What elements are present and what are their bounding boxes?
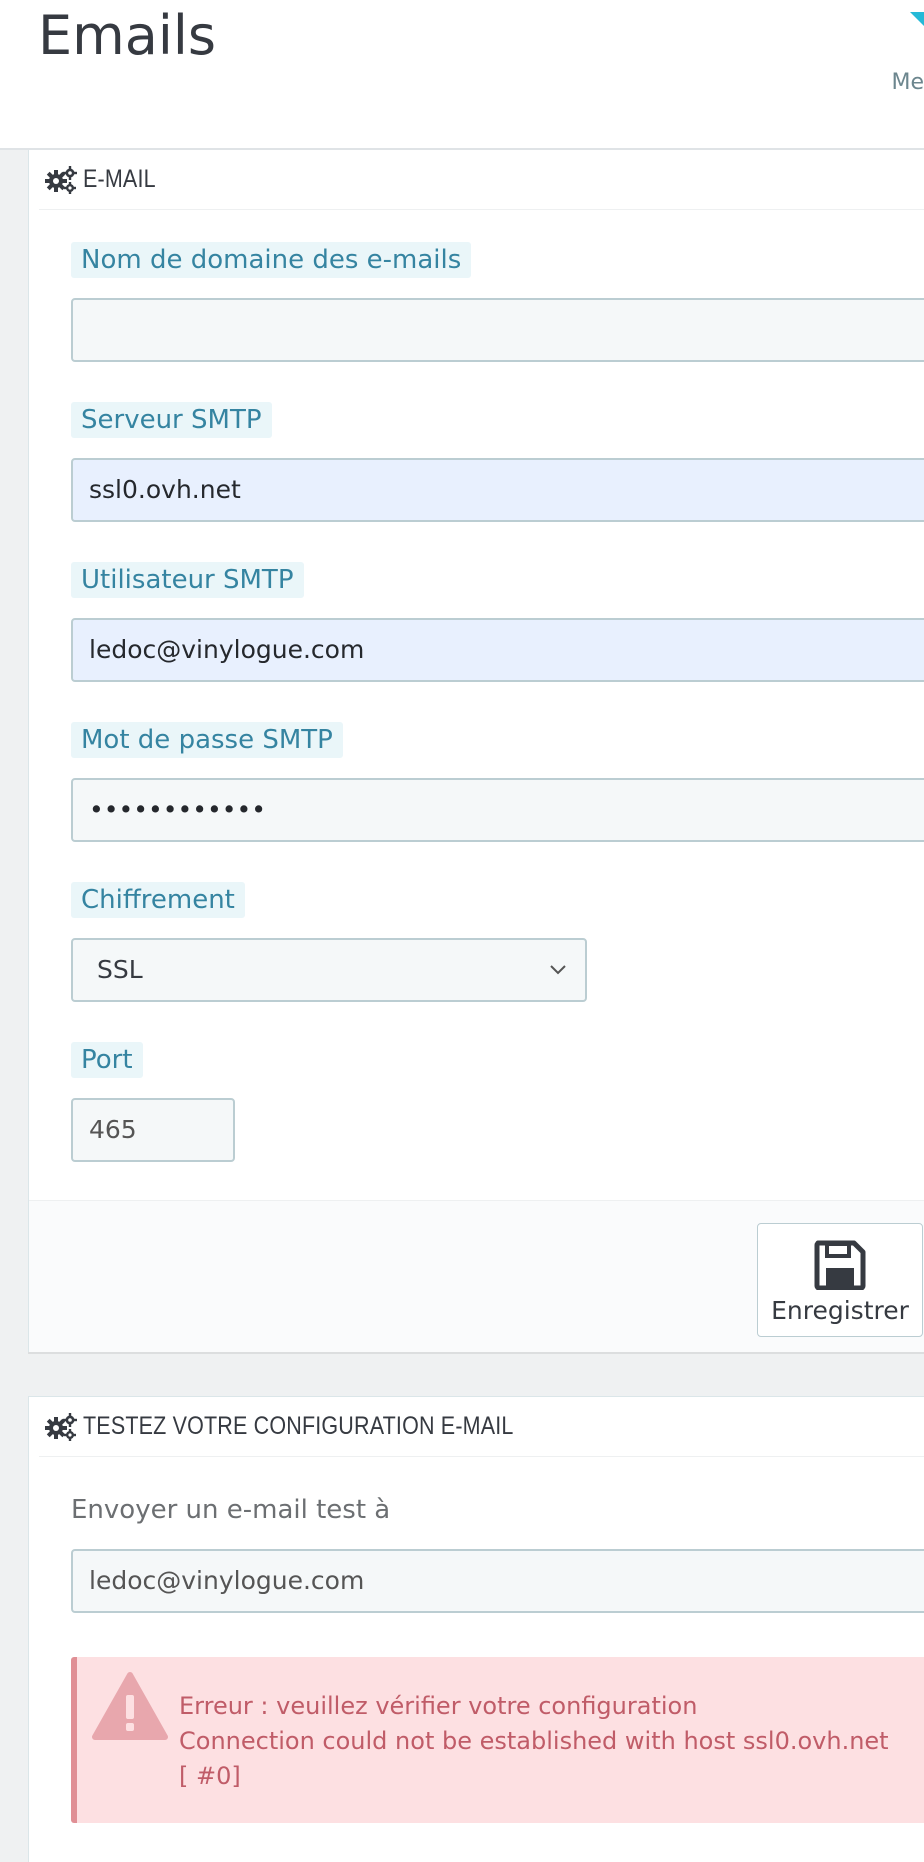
header-toolbar-link-label: Me (891, 70, 924, 95)
encryption-select[interactable]: SSL (71, 938, 587, 1002)
smtp-password-label: Mot de passe SMTP (71, 722, 343, 758)
domain-input[interactable] (71, 298, 924, 362)
smtp-user-input[interactable]: ledoc@vinylogue.com (71, 618, 924, 682)
smtp-server-label: Serveur SMTP (71, 402, 272, 438)
floppy-disk-icon (814, 1240, 866, 1290)
panel-title: E-MAIL (83, 165, 156, 193)
port-label: Port (71, 1042, 143, 1078)
cogs-icon (45, 165, 77, 194)
page-header: Emails Me (0, 0, 924, 150)
encryption-label: Chiffrement (71, 882, 245, 918)
cogs-icon (45, 1412, 77, 1441)
panel-title: TESTEZ VOTRE CONFIGURATION E-MAIL (83, 1412, 514, 1440)
header-toolbar-icon[interactable] (910, 12, 924, 26)
save-button[interactable]: Enregistrer (757, 1223, 923, 1337)
page-title: Emails (38, 4, 216, 67)
error-alert: Erreur : veuillez vérifier votre configu… (71, 1657, 924, 1823)
smtp-user-label: Utilisateur SMTP (71, 562, 304, 598)
error-message: Erreur : veuillez vérifier votre configu… (179, 1689, 899, 1794)
error-line-1: Erreur : veuillez vérifier votre configu… (179, 1692, 698, 1720)
smtp-server-input[interactable]: ssl0.ovh.net (71, 458, 924, 522)
warning-triangle-icon (92, 1672, 168, 1740)
email-settings-panel: E-MAIL Nom de domaine des e-mails Serveu… (28, 150, 924, 1352)
error-line-2: Connection could not be established with… (179, 1727, 889, 1755)
error-line-3: [ #0] (179, 1762, 241, 1790)
smtp-password-input[interactable]: •••••••••••• (71, 778, 924, 842)
encryption-select-value: SSL (97, 955, 143, 984)
save-button-label: Enregistrer (771, 1296, 909, 1325)
email-test-panel: TESTEZ VOTRE CONFIGURATION E-MAIL Envoye… (28, 1396, 924, 1862)
send-test-input[interactable]: ledoc@vinylogue.com (71, 1549, 924, 1613)
chevron-down-icon (550, 965, 566, 975)
send-test-label: Envoyer un e-mail test à (71, 1495, 391, 1525)
panel-heading: E-MAIL (39, 150, 924, 210)
panel-heading: TESTEZ VOTRE CONFIGURATION E-MAIL (39, 1397, 924, 1457)
domain-label: Nom de domaine des e-mails (71, 242, 472, 278)
panel-footer: Enregistrer (29, 1200, 924, 1352)
port-input[interactable]: 465 (71, 1098, 235, 1162)
left-sidebar-edge (0, 150, 28, 1862)
header-toolbar-link[interactable]: Me (891, 70, 924, 95)
